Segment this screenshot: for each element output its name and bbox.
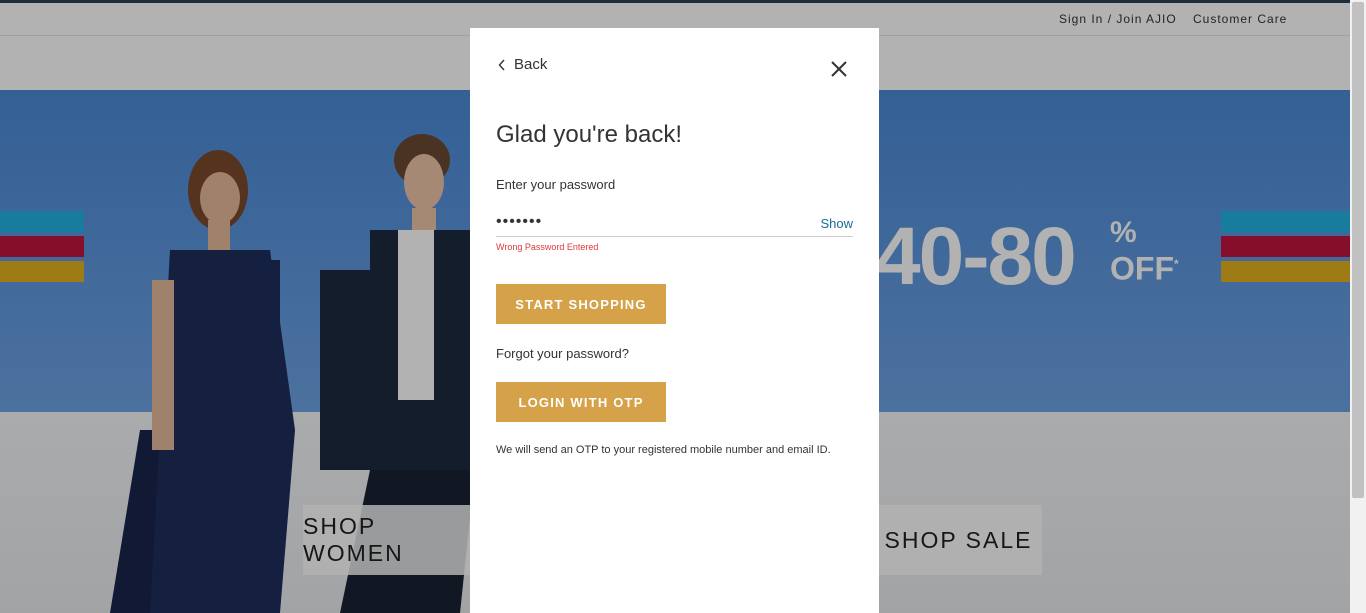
login-modal: Back Glad you're back! Enter your passwo… (470, 28, 879, 613)
password-input[interactable]: ••••••• Show (496, 211, 853, 237)
login-with-otp-button[interactable]: LOGIN WITH OTP (496, 382, 666, 422)
forgot-password-link[interactable]: Forgot your password? (496, 346, 629, 361)
back-label: Back (514, 56, 548, 73)
password-label: Enter your password (496, 177, 616, 192)
back-button[interactable]: Back (498, 56, 547, 73)
scrollbar-thumb[interactable] (1352, 2, 1364, 498)
close-icon[interactable] (829, 59, 849, 79)
start-shopping-button[interactable]: START SHOPPING (496, 284, 666, 324)
show-password-toggle[interactable]: Show (820, 216, 853, 231)
chevron-left-icon (498, 59, 505, 70)
otp-note: We will send an OTP to your registered m… (496, 444, 831, 456)
password-value: ••••••• (496, 213, 543, 230)
password-error-message: Wrong Password Entered (496, 242, 599, 252)
modal-title: Glad you're back! (496, 121, 683, 148)
